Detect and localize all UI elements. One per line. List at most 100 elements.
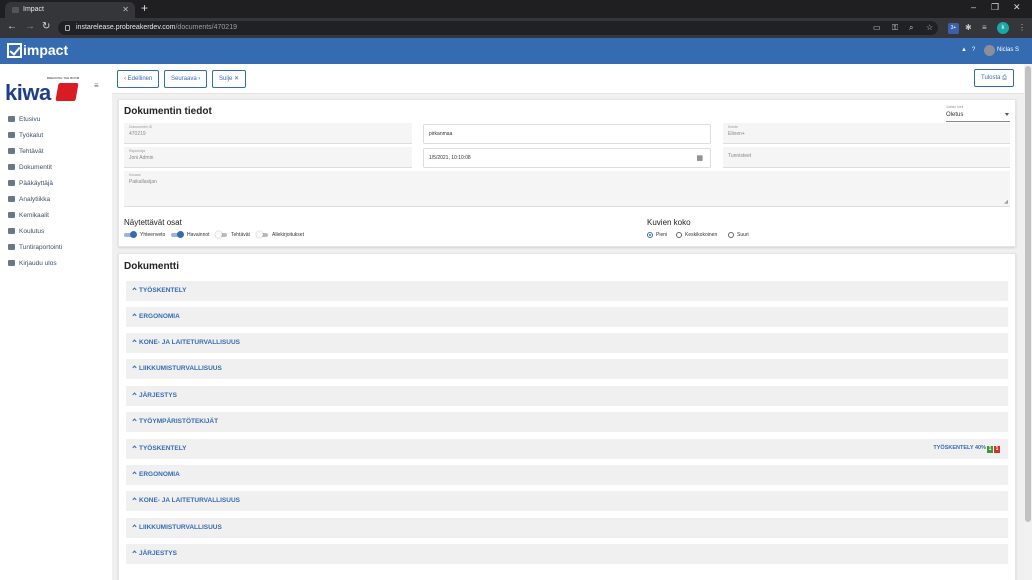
resize-handle-icon[interactable]: ◢ [1004, 199, 1008, 205]
datetime-input[interactable]: 1/5/2021, 10:10:08 ▦ [423, 148, 711, 168]
sidebar-item-paakayttaja[interactable]: Pääkäyttäjä [8, 180, 53, 187]
new-tab-button[interactable]: + [141, 1, 148, 15]
zoom-icon[interactable]: ⌕ [909, 23, 913, 33]
description-field[interactable]: Kuvaus Paikallasijan ◢ [124, 171, 1010, 207]
section-label: TYÖSKENTELY [139, 445, 187, 452]
extensions-icon[interactable]: ✱ [965, 23, 972, 32]
toggle-havainnot[interactable]: Havainnot [171, 231, 210, 239]
document-id-label: Dokumentin ID [129, 125, 153, 129]
user-avatar[interactable] [984, 45, 995, 56]
section-label: LIIKKUMISTURVALLISUUS [139, 524, 222, 531]
document-info-title: Dokumentin tiedot [124, 106, 212, 117]
section-jarjestys[interactable]: JÄRJESTYS [126, 386, 1008, 406]
forward-arrow-icon[interactable]: → [25, 21, 35, 32]
tags-field[interactable]: Tunnisteet [723, 147, 1010, 168]
section-label: JÄRJESTYS [139, 392, 177, 399]
section-kone-ja-laiteturvallisuus-2[interactable]: KONE- JA LAITETURVALLISUUS [126, 491, 1008, 511]
hamburger-menu-icon[interactable]: ≡ [94, 81, 99, 90]
wrench-icon [8, 132, 15, 138]
user-name[interactable]: Niclas S [997, 47, 1019, 53]
key-icon[interactable]: ⚿ [892, 23, 898, 33]
previous-button[interactable]: ‹ Edellinen [117, 70, 160, 88]
document-title: Dokumentti [124, 261, 179, 272]
window-minimize-button[interactable]: – [971, 2, 976, 12]
profile-avatar[interactable]: k [997, 22, 1009, 34]
toggle-label: Havainnot [187, 232, 210, 238]
radio-pieni[interactable]: Pieni [647, 231, 667, 239]
section-tyoskentely[interactable]: TYÖSKENTELY [126, 281, 1008, 301]
target-field[interactable]: Kohde Elinen+ [723, 123, 1010, 144]
bell-icon[interactable]: ▲ [961, 47, 967, 53]
dropdown-arrow-icon [1005, 113, 1009, 116]
kiwa-flag-icon [55, 83, 79, 101]
section-kone-ja-laiteturvallisuus[interactable]: KONE- JA LAITETURVALLISUUS [126, 333, 1008, 353]
section-ergonomia-2[interactable]: ERGONOMIA [126, 465, 1008, 485]
toggle-allekirjoitukset[interactable]: Allekirjoitukset [256, 231, 304, 239]
chevron-right-icon: › [196, 76, 201, 82]
datetime-value: 1/5/2021, 10:10:08 [429, 155, 471, 161]
section-tyoskentely-2[interactable]: TYÖSKENTELY TYÖSKENTELY 40% 1 1 [126, 439, 1008, 459]
help-icon[interactable]: ? [972, 47, 975, 53]
status-percent: 40% [974, 445, 986, 451]
chevron-up-icon [132, 313, 137, 318]
reload-icon[interactable]: ↻ [42, 21, 50, 32]
sidebar-item-kemikaalit[interactable]: Kemikaalit [8, 212, 49, 219]
toggle-yhteenveto[interactable]: Yhteenveto [124, 231, 165, 239]
browser-tab[interactable]: Impact ✕ [5, 2, 135, 18]
bookmark-star-icon[interactable]: ☆ [926, 23, 933, 32]
sidebar-item-etusivu[interactable]: Etusivu [8, 116, 40, 123]
sidebar-item-label: Pääkäyttäjä [19, 180, 53, 187]
section-jarjestys-2[interactable]: JÄRJESTYS [126, 544, 1008, 564]
impact-logo[interactable]: impact [7, 42, 68, 60]
extension-badge-icon[interactable]: 3+ [948, 23, 959, 34]
camera-icon[interactable]: ▭ [873, 23, 881, 32]
calendar-icon[interactable]: ▦ [696, 154, 703, 162]
url-host: instarelease.probreakerdev.com [76, 24, 176, 31]
window-close-button[interactable]: ✕ [1013, 2, 1021, 13]
chevron-up-icon [132, 339, 137, 344]
reading-list-icon[interactable]: ≡ [982, 23, 987, 32]
sidebar-item-analytiikka[interactable]: Analytiikka [8, 196, 50, 203]
print-label: Tulosta [981, 75, 1001, 81]
section-label: KONE- JA LAITETURVALLISUUS [139, 497, 240, 504]
print-button[interactable]: Tulosta ⎙ [974, 69, 1014, 87]
sidebar-item-dokumentit[interactable]: Dokumentit [8, 164, 52, 171]
kiwa-tagline: BREAKING THE BOOM [47, 76, 80, 80]
sidebar-item-tehtavat[interactable]: Tehtävät [8, 148, 44, 155]
sidebar-item-label: Koulutus [19, 228, 45, 235]
sidebar-item-tyokalut[interactable]: Työkalut [8, 132, 43, 139]
page-scrollbar[interactable] [1024, 64, 1032, 580]
url-path: /documents/470219 [175, 24, 237, 31]
tab-close-icon[interactable]: ✕ [122, 2, 129, 17]
url-bar[interactable]: instarelease.probreakerdev.com/documents… [58, 21, 938, 35]
place-input[interactable]: pirkanmaa [423, 124, 711, 144]
language-select[interactable]: Valitse kieli Oletus [946, 105, 1010, 122]
close-button[interactable]: Sulje ✕ [212, 70, 247, 88]
sidebar-item-tuntiraportointi[interactable]: Tuntiraportointi [8, 244, 62, 251]
scrollbar-thumb[interactable] [1025, 66, 1031, 522]
chevron-up-icon [132, 418, 137, 423]
analytics-icon [8, 196, 15, 202]
browser-menu-icon[interactable]: ⋮ [1018, 23, 1026, 32]
section-tyoymparistotekijat[interactable]: TYÖYMPÄRISTÖTEKIJÄT [126, 412, 1008, 432]
printer-icon: ⎙ [1000, 75, 1007, 81]
section-liikkumisturvallisuus[interactable]: LIIKKUMISTURVALLISUUS [126, 359, 1008, 379]
next-label: Seuraava [171, 76, 197, 82]
section-status: TYÖSKENTELY 40% 1 1 [933, 445, 1000, 453]
back-arrow-icon[interactable]: ← [7, 21, 17, 32]
window-maximize-button[interactable]: ❐ [991, 2, 999, 13]
next-button[interactable]: Seuraava › [164, 70, 208, 88]
image-size-title: Kuvien koko [647, 218, 691, 227]
toggle-tehtavat[interactable]: Tehtävät [215, 231, 250, 239]
sidebar-item-koulutus[interactable]: Koulutus [8, 228, 44, 235]
chevron-up-icon [132, 365, 137, 370]
section-liikkumisturvallisuus-2[interactable]: LIIKKUMISTURVALLISUUS [126, 518, 1008, 538]
sidebar-item-kirjaudu-ulos[interactable]: Kirjaudu ulos [8, 260, 57, 267]
education-icon [8, 228, 15, 234]
toggle-label: Tehtävät [231, 232, 250, 238]
radio-keskikokoinen[interactable]: Keskikokoinen [676, 231, 717, 239]
admin-icon [8, 180, 15, 186]
section-ergonomia[interactable]: ERGONOMIA [126, 307, 1008, 327]
sidebar-item-label: Tuntiraportointi [19, 244, 63, 251]
radio-suuri[interactable]: Suuri [728, 231, 749, 239]
